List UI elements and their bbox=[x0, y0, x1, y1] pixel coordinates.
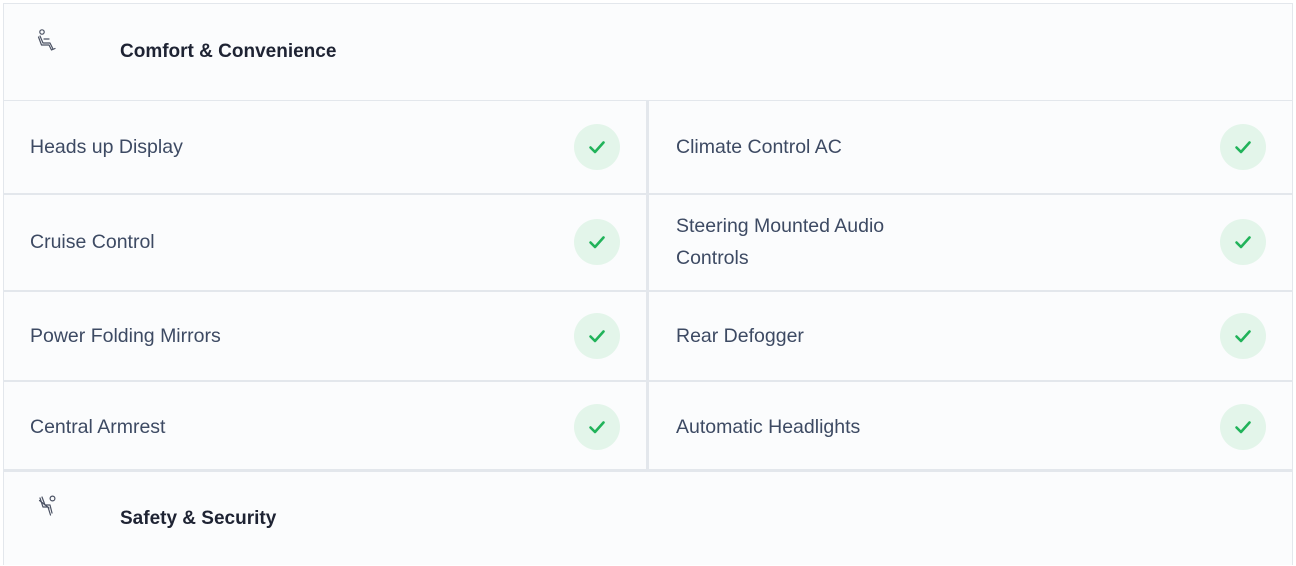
row-divider bbox=[4, 380, 1292, 382]
feature-label: Central Armrest bbox=[30, 416, 166, 438]
feature-item: Power Folding Mirrors bbox=[30, 312, 620, 360]
section-title: Comfort & Convenience bbox=[120, 41, 337, 62]
seatbelt-icon bbox=[38, 495, 56, 516]
column-divider bbox=[646, 101, 649, 469]
section-header-comfort[interactable]: Comfort & Convenience bbox=[4, 4, 1292, 101]
feature-label: Automatic Headlights bbox=[676, 416, 861, 438]
section-title: Safety & Security bbox=[120, 508, 277, 529]
check-icon bbox=[1220, 219, 1266, 265]
check-icon bbox=[574, 219, 620, 265]
feature-label: Power Folding Mirrors bbox=[30, 325, 221, 347]
check-icon bbox=[1220, 404, 1266, 450]
check-icon bbox=[1220, 313, 1266, 359]
feature-label: Cruise Control bbox=[30, 231, 155, 253]
feature-item: Rear Defogger bbox=[676, 312, 1266, 360]
feature-label: Climate Control AC bbox=[676, 136, 842, 158]
feature-item: Heads up Display bbox=[30, 123, 620, 171]
feature-label: Rear Defogger bbox=[676, 325, 804, 347]
section-header-safety[interactable]: Safety & Security bbox=[4, 469, 1292, 566]
check-icon bbox=[1220, 124, 1266, 170]
features-panel: Comfort & Convenience Heads up Display C… bbox=[3, 3, 1293, 565]
feature-item: Automatic Headlights bbox=[676, 403, 1266, 451]
feature-label: Steering Mounted Audio Controls bbox=[676, 215, 885, 269]
row-divider bbox=[4, 290, 1292, 292]
feature-item: Central Armrest bbox=[30, 403, 620, 451]
check-icon bbox=[574, 313, 620, 359]
seat-icon bbox=[37, 29, 56, 51]
feature-grid: Heads up Display Climate Control AC Crui… bbox=[4, 101, 1292, 469]
check-icon bbox=[574, 404, 620, 450]
feature-label: Heads up Display bbox=[30, 136, 183, 158]
feature-item: Cruise Control bbox=[30, 218, 620, 266]
feature-item: Climate Control AC bbox=[676, 123, 1266, 171]
check-icon bbox=[574, 124, 620, 170]
row-divider bbox=[4, 193, 1292, 195]
feature-item: Steering Mounted Audio Controls bbox=[676, 203, 1266, 281]
